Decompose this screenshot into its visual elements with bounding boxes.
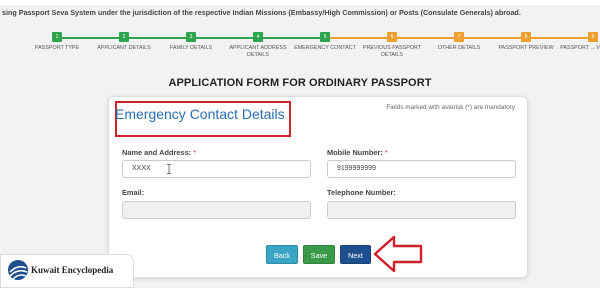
top-strip [0,0,600,5]
mobile-label-text: Mobile Number: [327,148,383,157]
name-address-value: XXXX [132,165,151,172]
progress-steps: 1 PASSPORT TYPE 2 APPLICANT DETAILS 3 FAMILY … [0,28,600,68]
step-number-badge: 1 [52,32,62,42]
step-number-badge: 8 [521,32,531,42]
mobile-label: Mobile Number: * [327,148,388,157]
form-panel: Fields marked with asterisk (*) are mand… [108,96,528,278]
step-number-badge: 9 [588,32,598,42]
logo-text: Kuwait Encyclopedia [31,265,114,275]
email-label: Email: [122,188,145,197]
text-cursor-icon [167,164,171,174]
step-label: PASSPORT ... VERIFICA... [560,45,600,51]
back-button[interactable]: Back [266,245,298,264]
required-mark: * [384,148,388,157]
mobile-value: 9199999999 [337,165,376,172]
name-address-field[interactable]: XXXX [122,160,311,178]
page-title: APPLICATION FORM FOR ORDINARY PASSPORT [168,77,432,89]
name-address-label: Name and Address: * [122,148,196,157]
watermark-logo: Kuwait Encyclopedia [0,254,134,288]
telephone-field[interactable] [327,201,516,219]
required-mark: * [193,148,197,157]
mandatory-note: Fields marked with asterisk (*) are mand… [386,104,515,111]
step-number-badge: 5 [320,32,330,42]
step-number-badge: 3 [186,32,196,42]
pointer-arrow-icon [373,235,423,273]
email-field[interactable] [122,201,311,219]
name-address-label-text: Name and Address: [122,148,192,157]
info-banner: sing Passport Seva System under the juri… [2,8,521,17]
mobile-field[interactable]: 9199999999 [327,160,516,178]
globe-logo-icon [8,260,28,280]
step-number-badge: 6 [387,32,397,42]
step-9[interactable]: 9 PASSPORT ... VERIFICA... [553,32,600,52]
telephone-label: Telephone Number: [327,188,396,197]
step-number-badge: 4 [253,32,263,42]
next-button[interactable]: Next [340,245,371,264]
save-button[interactable]: Save [303,245,335,264]
section-title: Emergency Contact Details [115,106,285,122]
step-number-badge: 2 [119,32,129,42]
step-number-badge: 7 [454,32,464,42]
